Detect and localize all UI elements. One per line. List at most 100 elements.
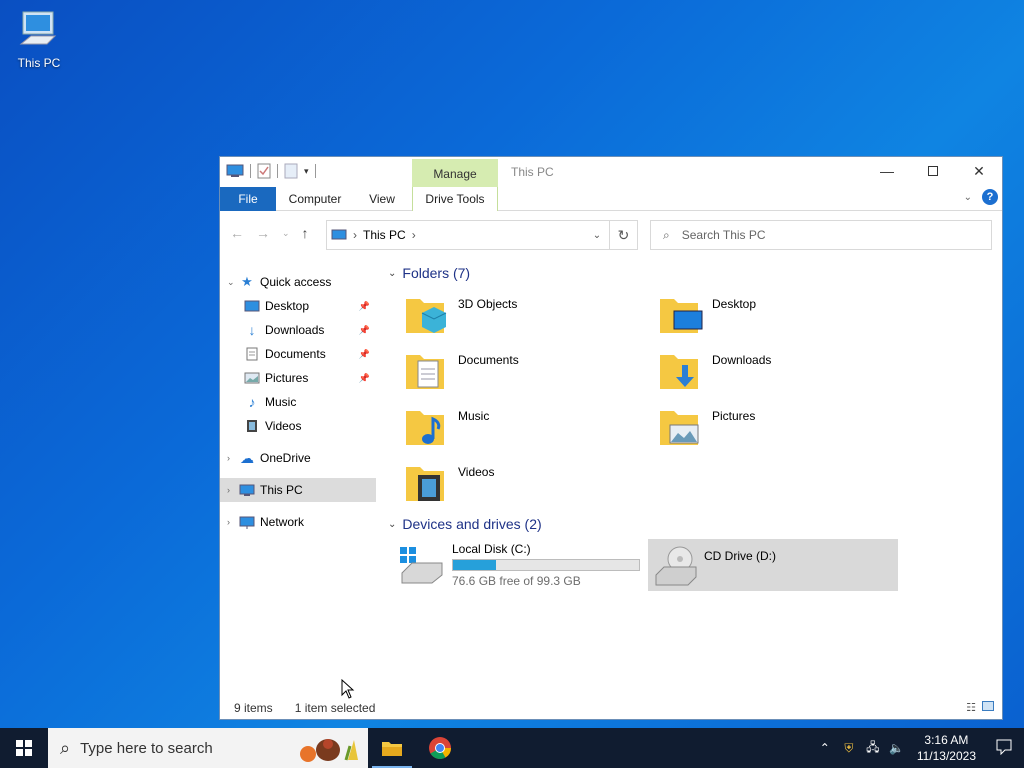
- music-note-icon: ♪: [248, 394, 256, 410]
- expand-ribbon-icon[interactable]: ⌄: [964, 192, 972, 203]
- minimize-icon: —: [880, 163, 894, 179]
- search-input[interactable]: ⌕ Search This PC: [650, 220, 992, 250]
- computer-icon: [239, 482, 255, 498]
- details-view-icon[interactable]: ☷: [966, 701, 976, 714]
- chevron-right-icon[interactable]: ›: [227, 453, 239, 463]
- help-icon[interactable]: ?: [982, 189, 998, 205]
- sidebar-item-pictures[interactable]: Pictures 📌: [220, 366, 376, 390]
- taskbar-search-box[interactable]: ⌕ Type here to search: [48, 728, 368, 768]
- folder-label: Documents: [458, 353, 519, 367]
- chevron-right-icon[interactable]: ›: [227, 485, 239, 495]
- forward-arrow-icon[interactable]: →: [256, 225, 270, 241]
- folder-downloads[interactable]: Downloads: [658, 347, 898, 399]
- sidebar-item-label: Desktop: [265, 299, 310, 313]
- volume-muted-icon[interactable]: 🔈: [885, 741, 909, 755]
- mouse-cursor-icon: [341, 679, 355, 699]
- chevron-right-icon[interactable]: ›: [412, 228, 416, 242]
- windows-logo-icon: [16, 740, 32, 756]
- sidebar-item-documents[interactable]: Documents 📌: [220, 342, 376, 366]
- recent-locations-icon[interactable]: ⌄: [282, 225, 290, 241]
- sidebar-item-network[interactable]: › Network: [220, 510, 376, 534]
- sidebar-item-label: Music: [265, 395, 297, 409]
- minimize-button[interactable]: —: [864, 157, 910, 185]
- pin-icon[interactable]: 📌: [359, 325, 370, 336]
- folder-desktop[interactable]: Desktop: [658, 291, 898, 343]
- chevron-right-icon[interactable]: ›: [353, 228, 357, 242]
- drive-cd-d[interactable]: CD Drive (D:): [648, 539, 898, 591]
- folder-desktop-icon: [658, 291, 704, 337]
- cloud-icon: ☁: [240, 449, 254, 466]
- notification-center-button[interactable]: [984, 739, 1024, 758]
- status-item-count: 9 items: [234, 701, 273, 715]
- customize-qat-icon[interactable]: ▾: [304, 166, 309, 177]
- network-status-icon[interactable]: 🖧: [861, 738, 885, 759]
- chevron-down-icon[interactable]: ⌄: [227, 277, 239, 288]
- folder-videos[interactable]: Videos: [404, 459, 644, 511]
- taskbar-chrome[interactable]: [416, 728, 464, 768]
- start-button[interactable]: [0, 728, 48, 768]
- pin-icon[interactable]: 📌: [359, 373, 370, 384]
- sidebar-item-music[interactable]: ♪ Music: [220, 390, 376, 414]
- breadcrumb-this-pc[interactable]: This PC: [363, 228, 406, 242]
- sidebar-item-videos[interactable]: Videos: [220, 414, 376, 438]
- address-bar[interactable]: › This PC › ⌄ ↻: [326, 220, 638, 250]
- autumn-harvest-icon: [300, 739, 358, 762]
- new-folder-icon[interactable]: [284, 163, 298, 179]
- folder-videos-icon: [404, 459, 450, 505]
- clock-date: 11/13/2023: [916, 749, 976, 763]
- divider: [277, 164, 278, 178]
- tab-file[interactable]: File: [220, 187, 276, 211]
- folder-music[interactable]: Music: [404, 403, 644, 455]
- sidebar-item-label: Videos: [265, 419, 302, 433]
- drive-free-space: 76.6 GB free of 99.3 GB: [452, 574, 581, 588]
- taskbar-file-explorer[interactable]: [368, 728, 416, 768]
- clock[interactable]: 3:16 AM 11/13/2023: [909, 732, 984, 764]
- hard-drive-icon: [400, 547, 443, 584]
- close-button[interactable]: ✕: [956, 157, 1002, 185]
- folder-3d-objects[interactable]: 3D Objects: [404, 291, 644, 343]
- file-explorer-window: ▾ Manage This PC — ✕ File Computer View …: [219, 156, 1003, 720]
- tab-view[interactable]: View: [362, 187, 402, 211]
- pin-icon[interactable]: 📌: [359, 349, 370, 360]
- sidebar-item-onedrive[interactable]: › ☁ OneDrive: [220, 446, 376, 470]
- address-dropdown-icon[interactable]: ⌄: [585, 230, 609, 241]
- properties-icon[interactable]: [257, 163, 271, 179]
- drives-group-header[interactable]: ⌄ Devices and drives (2): [388, 516, 542, 532]
- sidebar-item-label: Downloads: [265, 323, 325, 337]
- tab-computer[interactable]: Computer: [282, 187, 348, 211]
- tab-manage[interactable]: Manage: [412, 159, 498, 187]
- title-bar[interactable]: ▾ Manage This PC — ✕: [220, 157, 1002, 187]
- folder-pictures[interactable]: Pictures: [658, 403, 898, 455]
- tab-drive-tools[interactable]: Drive Tools: [412, 187, 498, 211]
- maximize-button[interactable]: [910, 157, 956, 185]
- sidebar-item-downloads[interactable]: ↓ Downloads 📌: [220, 318, 376, 342]
- sidebar-item-quick-access[interactable]: ⌄ ★ Quick access: [220, 270, 376, 294]
- up-arrow-icon[interactable]: ↑: [302, 225, 309, 241]
- group-header-label: Devices and drives (2): [402, 516, 542, 532]
- sidebar-item-label: Pictures: [265, 371, 309, 385]
- folder-documents[interactable]: Documents: [404, 347, 644, 399]
- back-arrow-icon[interactable]: ←: [230, 225, 244, 241]
- refresh-icon[interactable]: ↻: [609, 221, 637, 249]
- document-icon: [244, 346, 260, 362]
- folders-group-header[interactable]: ⌄ Folders (7): [388, 265, 470, 281]
- chevron-down-icon[interactable]: ⌄: [388, 268, 396, 279]
- desktop-this-pc-shortcut[interactable]: This PC: [10, 8, 68, 70]
- maximize-icon: [928, 166, 938, 176]
- chevron-right-icon[interactable]: ›: [227, 517, 239, 527]
- folder-downloads-icon: [658, 347, 704, 393]
- pin-icon[interactable]: 📌: [359, 301, 370, 312]
- chevron-up-icon[interactable]: ⌃: [813, 741, 837, 755]
- drive-local-disk-c[interactable]: Local Disk (C:) 76.6 GB free of 99.3 GB: [398, 539, 642, 591]
- system-tray: ⌃ ⛨ 🖧 🔈 3:16 AM 11/13/2023: [813, 728, 1024, 768]
- security-shield-icon[interactable]: ⛨: [837, 741, 861, 756]
- search-highlight-image[interactable]: [298, 734, 364, 762]
- sidebar-item-label: Quick access: [260, 275, 332, 289]
- chevron-down-icon[interactable]: ⌄: [388, 519, 396, 530]
- divider: [314, 164, 316, 178]
- large-icons-view-icon[interactable]: [982, 701, 994, 711]
- file-explorer-icon: [382, 742, 402, 756]
- notification-icon: [996, 739, 1012, 755]
- sidebar-item-this-pc[interactable]: › This PC: [220, 478, 376, 502]
- sidebar-item-desktop[interactable]: Desktop 📌: [220, 294, 376, 318]
